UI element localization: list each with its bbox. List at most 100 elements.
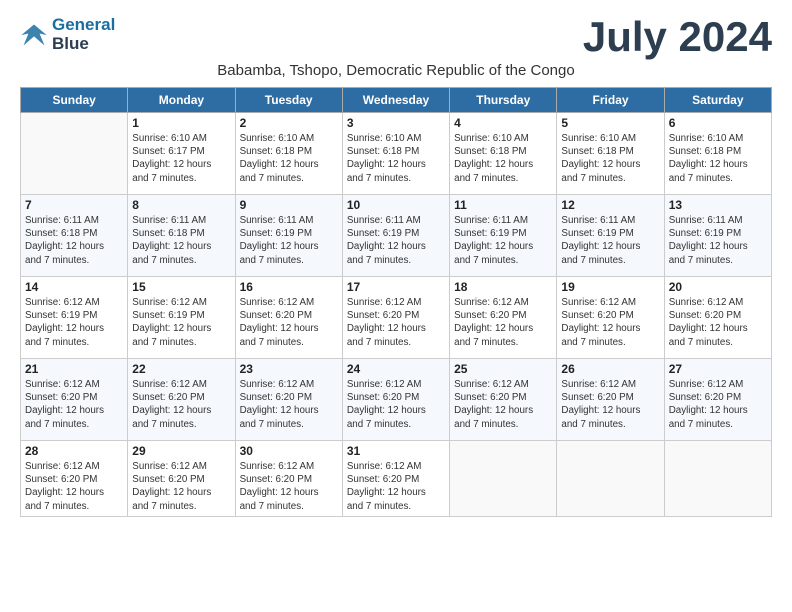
- day-info: Sunrise: 6:12 AMSunset: 6:19 PMDaylight:…: [132, 296, 230, 349]
- table-row: 9 Sunrise: 6:11 AMSunset: 6:19 PMDaylight…: [235, 195, 342, 277]
- day-number: 11: [454, 198, 552, 212]
- table-row: 6 Sunrise: 6:10 AMSunset: 6:18 PMDaylight…: [664, 113, 771, 195]
- col-sunday: Sunday: [21, 88, 128, 113]
- day-info: Sunrise: 6:11 AMSunset: 6:19 PMDaylight:…: [240, 214, 338, 267]
- day-number: 15: [132, 280, 230, 294]
- day-number: 22: [132, 362, 230, 376]
- day-info: Sunrise: 6:12 AMSunset: 6:20 PMDaylight:…: [132, 378, 230, 431]
- day-number: 5: [561, 116, 659, 130]
- day-number: 24: [347, 362, 445, 376]
- day-info: Sunrise: 6:11 AMSunset: 6:18 PMDaylight:…: [25, 214, 123, 267]
- table-row: 12Sunrise: 6:11 AMSunset: 6:19 PMDayligh…: [557, 195, 664, 277]
- day-number: 12: [561, 198, 659, 212]
- day-number: 26: [561, 362, 659, 376]
- table-row: 4 Sunrise: 6:10 AMSunset: 6:18 PMDaylight…: [450, 113, 557, 195]
- logo-text: General Blue: [52, 16, 115, 53]
- table-row: 22 Sunrise: 6:12 AMSunset: 6:20 PMDayligh…: [128, 359, 235, 441]
- day-info: Sunrise: 6:12 AMSunset: 6:20 PMDaylight:…: [25, 460, 123, 513]
- day-number: 27: [669, 362, 767, 376]
- table-row: 21 Sunrise: 6:12 AMSunset: 6:20 PMDayligh…: [21, 359, 128, 441]
- day-info: Sunrise: 6:12 AMSunset: 6:20 PMDaylight:…: [454, 378, 552, 431]
- day-number: 28: [25, 444, 123, 458]
- day-number: 13: [669, 198, 767, 212]
- day-number: 20: [669, 280, 767, 294]
- table-row: 15 Sunrise: 6:12 AMSunset: 6:19 PMDayligh…: [128, 277, 235, 359]
- day-number: 17: [347, 280, 445, 294]
- table-row: 2Sunrise: 6:10 AMSunset: 6:18 PMDaylight…: [235, 113, 342, 195]
- table-row: 13 Sunrise: 6:11 AMSunset: 6:19 PMDayligh…: [664, 195, 771, 277]
- table-row: 1 Sunrise: 6:10 AMSunset: 6:17 PMDaylight…: [128, 113, 235, 195]
- table-row: 7 Sunrise: 6:11 AMSunset: 6:18 PMDaylight…: [21, 195, 128, 277]
- table-row: 18 Sunrise: 6:12 AMSunset: 6:20 PMDayligh…: [450, 277, 557, 359]
- day-number: 1: [132, 116, 230, 130]
- day-number: 18: [454, 280, 552, 294]
- table-row: 20Sunrise: 6:12 AMSunset: 6:20 PMDayligh…: [664, 277, 771, 359]
- day-info: Sunrise: 6:11 AMSunset: 6:18 PMDaylight:…: [132, 214, 230, 267]
- day-number: 9: [240, 198, 338, 212]
- table-row: 16 Sunrise: 6:12 AMSunset: 6:20 PMDayligh…: [235, 277, 342, 359]
- calendar-table: Sunday Monday Tuesday Wednesday Thursday…: [20, 87, 772, 517]
- calendar-header-row: Sunday Monday Tuesday Wednesday Thursday…: [21, 88, 772, 113]
- col-saturday: Saturday: [664, 88, 771, 113]
- col-tuesday: Tuesday: [235, 88, 342, 113]
- day-number: 30: [240, 444, 338, 458]
- col-thursday: Thursday: [450, 88, 557, 113]
- day-info: Sunrise: 6:12 AMSunset: 6:20 PMDaylight:…: [669, 378, 767, 431]
- day-info: Sunrise: 6:10 AMSunset: 6:17 PMDaylight:…: [132, 132, 230, 185]
- day-info: Sunrise: 6:10 AMSunset: 6:18 PMDaylight:…: [454, 132, 552, 185]
- day-info: Sunrise: 6:10 AMSunset: 6:18 PMDaylight:…: [669, 132, 767, 185]
- table-row: 5 Sunrise: 6:10 AMSunset: 6:18 PMDaylight…: [557, 113, 664, 195]
- table-row: 14 Sunrise: 6:12 AMSunset: 6:19 PMDayligh…: [21, 277, 128, 359]
- day-number: 4: [454, 116, 552, 130]
- header: General Blue July 2024: [20, 16, 772, 58]
- table-row: 27 Sunrise: 6:12 AMSunset: 6:20 PMDayligh…: [664, 359, 771, 441]
- day-number: 7: [25, 198, 123, 212]
- table-row: 26 Sunrise: 6:12 AMSunset: 6:20 PMDayligh…: [557, 359, 664, 441]
- day-info: Sunrise: 6:12 AMSunset: 6:20 PMDaylight:…: [240, 378, 338, 431]
- table-row: [664, 441, 771, 517]
- day-info: Sunrise: 6:10 AMSunset: 6:18 PMDaylight:…: [561, 132, 659, 185]
- day-number: 16: [240, 280, 338, 294]
- col-friday: Friday: [557, 88, 664, 113]
- logo-icon: [20, 21, 48, 49]
- page: General Blue July 2024 Babamba, Tshopo, …: [0, 0, 792, 527]
- day-info: Sunrise: 6:12 AMSunset: 6:20 PMDaylight:…: [561, 378, 659, 431]
- table-row: [557, 441, 664, 517]
- day-number: 8: [132, 198, 230, 212]
- day-number: 29: [132, 444, 230, 458]
- day-info: Sunrise: 6:12 AMSunset: 6:19 PMDaylight:…: [25, 296, 123, 349]
- table-row: 11 Sunrise: 6:11 AMSunset: 6:19 PMDayligh…: [450, 195, 557, 277]
- day-info: Sunrise: 6:11 AMSunset: 6:19 PMDaylight:…: [347, 214, 445, 267]
- day-info: Sunrise: 6:12 AMSunset: 6:20 PMDaylight:…: [561, 296, 659, 349]
- table-row: 3Sunrise: 6:10 AMSunset: 6:18 PMDaylight…: [342, 113, 449, 195]
- day-number: 23: [240, 362, 338, 376]
- day-number: 21: [25, 362, 123, 376]
- table-row: 29 Sunrise: 6:12 AMSunset: 6:20 PMDayligh…: [128, 441, 235, 517]
- table-row: 24 Sunrise: 6:12 AMSunset: 6:20 PMDayligh…: [342, 359, 449, 441]
- table-row: [21, 113, 128, 195]
- day-info: Sunrise: 6:12 AMSunset: 6:20 PMDaylight:…: [240, 460, 338, 513]
- table-row: 25 Sunrise: 6:12 AMSunset: 6:20 PMDayligh…: [450, 359, 557, 441]
- day-info: Sunrise: 6:11 AMSunset: 6:19 PMDaylight:…: [669, 214, 767, 267]
- day-info: Sunrise: 6:12 AMSunset: 6:20 PMDaylight:…: [454, 296, 552, 349]
- day-info: Sunrise: 6:12 AMSunset: 6:20 PMDaylight:…: [25, 378, 123, 431]
- day-number: 25: [454, 362, 552, 376]
- table-row: [450, 441, 557, 517]
- table-row: 23 Sunrise: 6:12 AMSunset: 6:20 PMDayligh…: [235, 359, 342, 441]
- day-info: Sunrise: 6:12 AMSunset: 6:20 PMDaylight:…: [240, 296, 338, 349]
- table-row: 28 Sunrise: 6:12 AMSunset: 6:20 PMDayligh…: [21, 441, 128, 517]
- month-title: July 2024: [583, 16, 772, 58]
- day-info: Sunrise: 6:10 AMSunset: 6:18 PMDaylight:…: [240, 132, 338, 185]
- day-info: Sunrise: 6:12 AMSunset: 6:20 PMDaylight:…: [132, 460, 230, 513]
- table-row: 17Sunrise: 6:12 AMSunset: 6:20 PMDayligh…: [342, 277, 449, 359]
- col-wednesday: Wednesday: [342, 88, 449, 113]
- day-info: Sunrise: 6:11 AMSunset: 6:19 PMDaylight:…: [454, 214, 552, 267]
- table-row: 10Sunrise: 6:11 AMSunset: 6:19 PMDayligh…: [342, 195, 449, 277]
- subtitle: Babamba, Tshopo, Democratic Republic of …: [20, 62, 772, 79]
- day-number: 19: [561, 280, 659, 294]
- table-row: 19 Sunrise: 6:12 AMSunset: 6:20 PMDayligh…: [557, 277, 664, 359]
- day-number: 14: [25, 280, 123, 294]
- day-info: Sunrise: 6:12 AMSunset: 6:20 PMDaylight:…: [347, 460, 445, 513]
- day-number: 6: [669, 116, 767, 130]
- day-info: Sunrise: 6:12 AMSunset: 6:20 PMDaylight:…: [347, 378, 445, 431]
